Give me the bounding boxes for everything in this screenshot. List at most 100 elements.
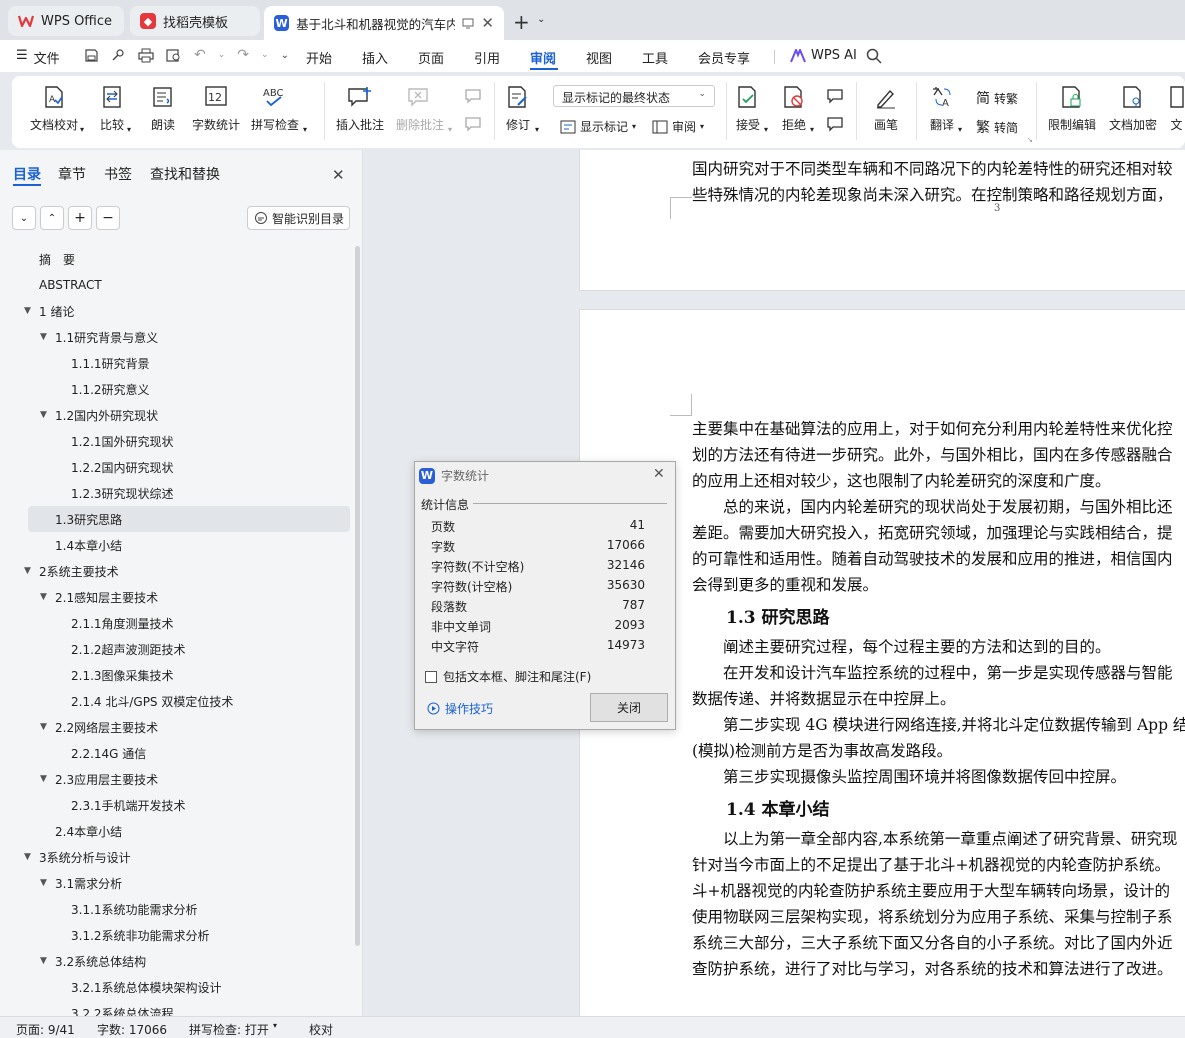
print-preview-icon[interactable] <box>166 48 182 63</box>
toc-item[interactable]: 1.2.1国外研究现状 <box>0 428 350 454</box>
wps-ai-button[interactable]: WPS AI <box>790 48 857 63</box>
prev-change-icon[interactable] <box>826 88 846 106</box>
more-button[interactable]: 文 <box>1168 84 1185 133</box>
menu-member[interactable]: 会员专享 <box>698 48 750 67</box>
to-traditional-button[interactable]: 简转繁 <box>976 88 1018 108</box>
toc-item[interactable]: ▼ 2.3应用层主要技术 <box>0 766 350 792</box>
toc-item[interactable]: 1.1.1研究背景 <box>0 350 350 376</box>
toc-item[interactable]: 2.1.1角度测量技术 <box>0 610 350 636</box>
insert-comment-button[interactable]: 插入批注 <box>336 84 384 133</box>
expand-arrow-icon[interactable]: ▼ <box>40 722 47 732</box>
toc-item[interactable]: 2.3.1手机端开发技术 <box>0 792 350 818</box>
pen-button[interactable]: 画笔 <box>874 84 898 133</box>
read-aloud-button[interactable]: 朗读 <box>151 84 175 133</box>
spell-check-button[interactable]: ABC 拼写检查 <box>251 84 299 133</box>
redo-icon[interactable]: ↷ <box>237 47 249 63</box>
next-comment-icon[interactable] <box>464 116 484 134</box>
expand-arrow-icon[interactable]: ▼ <box>40 956 47 966</box>
menu-tools[interactable]: 工具 <box>642 48 668 67</box>
tab-find-replace[interactable]: 查找和替换 <box>150 164 220 184</box>
menu-review[interactable]: 审阅 <box>530 48 556 67</box>
undo-icon[interactable]: ↶ <box>194 47 206 63</box>
more-chevron-icon[interactable]: ⌄ <box>281 50 289 61</box>
export-icon[interactable] <box>111 48 126 63</box>
expand-arrow-icon[interactable]: ▼ <box>24 852 31 862</box>
proof-indicator[interactable]: 校对 <box>309 1021 333 1038</box>
toc-item[interactable]: ▼ 3.1需求分析 <box>0 870 350 896</box>
toc-item[interactable]: ▼ 1 绪论 <box>0 298 350 324</box>
revise-chevron-icon[interactable]: ▾ <box>535 125 539 134</box>
spell-check-indicator[interactable]: 拼写检查: 打开 <box>189 1021 269 1038</box>
toc-item[interactable]: 3.2.1系统总体模块架构设计 <box>0 974 350 1000</box>
expand-arrow-icon[interactable]: ▼ <box>24 306 31 316</box>
toc-item[interactable]: ▼ 3系统分析与设计 <box>0 844 350 870</box>
toc-scrollbar[interactable] <box>355 246 360 946</box>
toc-item[interactable]: 2.1.2超声波测距技术 <box>0 636 350 662</box>
toc-item[interactable]: 摘 要 <box>0 246 350 272</box>
toc-item[interactable]: 1.4本章小结 <box>0 532 350 558</box>
tab-bookmarks[interactable]: 书签 <box>104 164 132 184</box>
save-icon[interactable] <box>84 48 99 63</box>
close-dialog-icon[interactable]: ✕ <box>653 466 665 482</box>
menu-insert[interactable]: 插入 <box>362 48 388 67</box>
toc-item[interactable]: 1.2.3研究现状综述 <box>0 480 350 506</box>
expand-arrow-icon[interactable]: ▼ <box>40 410 47 420</box>
undo-chevron-icon[interactable]: ⌄ <box>218 50 226 60</box>
show-markup-button[interactable]: 显示标记 ▾ <box>560 118 636 135</box>
close-pane-icon[interactable]: ✕ <box>332 166 345 184</box>
tab-template[interactable]: ◆ 找稻壳模板 <box>130 6 260 36</box>
prev-comment-icon[interactable] <box>464 88 484 106</box>
tab-wps-office[interactable]: WPS Office <box>8 6 124 36</box>
add-heading-button[interactable]: + <box>68 206 92 230</box>
reject-button[interactable]: 拒绝 <box>782 84 806 133</box>
expand-arrow-icon[interactable]: ▼ <box>40 592 47 602</box>
toc-item[interactable]: ABSTRACT <box>0 272 350 298</box>
toc-item[interactable]: 1.2.2国内研究现状 <box>0 454 350 480</box>
translate-button[interactable]: A 翻译 <box>930 84 954 133</box>
toc-item[interactable]: 2.1.3图像采集技术 <box>0 662 350 688</box>
print-icon[interactable] <box>138 48 154 63</box>
compare-button[interactable]: 比较 <box>100 84 124 133</box>
toc-item[interactable]: 2.1.4 北斗/GPS 双模定位技术 <box>0 688 350 714</box>
expand-arrow-icon[interactable]: ▼ <box>40 774 47 784</box>
menu-start[interactable]: 开始 <box>306 48 332 67</box>
compare-chevron-icon[interactable]: ▾ <box>127 125 131 134</box>
toc-item[interactable]: ▼ 1.1研究背景与意义 <box>0 324 350 350</box>
to-simplified-button[interactable]: 繁转简 <box>976 117 1018 137</box>
toc-item[interactable]: 2.2.14G 通信 <box>0 740 350 766</box>
page-indicator[interactable]: 页面: 9/41 <box>16 1021 75 1038</box>
toc-item[interactable]: ▼ 1.2国内外研究现状 <box>0 402 350 428</box>
translate-chevron-icon[interactable]: ▾ <box>958 125 962 134</box>
remove-heading-button[interactable]: − <box>96 206 120 230</box>
expand-arrow-icon[interactable]: ▼ <box>40 878 47 888</box>
toc-item[interactable]: 1.3研究思路 <box>28 506 350 532</box>
redo-chevron-icon[interactable]: ⌄ <box>261 50 269 60</box>
menu-view[interactable]: 视图 <box>586 48 612 67</box>
toc-item[interactable]: 3.1.1系统功能需求分析 <box>0 896 350 922</box>
delete-comment-chevron-icon[interactable]: ▾ <box>448 125 452 134</box>
file-menu[interactable]: ☰ 文件 <box>16 48 60 67</box>
menu-page[interactable]: 页面 <box>418 48 444 67</box>
toc-item[interactable]: 1.1.2研究意义 <box>0 376 350 402</box>
reject-chevron-icon[interactable]: ▾ <box>810 125 814 134</box>
tab-list-chevron-icon[interactable]: ⌄ <box>537 14 545 25</box>
toc-item[interactable]: ▼ 2系统主要技术 <box>0 558 350 584</box>
tab-toc[interactable]: 目录 <box>13 164 41 184</box>
restrict-edit-button[interactable]: 限制编辑 <box>1048 84 1096 133</box>
accept-button[interactable]: 接受 <box>736 84 760 133</box>
spell-chevron-icon[interactable]: ▾ <box>273 1021 277 1030</box>
revise-button[interactable]: 修订 <box>506 84 530 133</box>
accept-chevron-icon[interactable]: ▾ <box>764 125 768 134</box>
search-icon[interactable] <box>866 48 882 64</box>
proof-chevron-icon[interactable]: ▾ <box>80 125 84 134</box>
smart-toc-button[interactable]: 智能识别目录 <box>247 206 350 230</box>
review-pane-button[interactable]: 审阅 ▾ <box>652 118 704 135</box>
toc-item[interactable]: 2.4本章小结 <box>0 818 350 844</box>
next-change-icon[interactable] <box>826 116 846 134</box>
spell-chevron-icon[interactable]: ▾ <box>303 125 307 134</box>
expand-all-button[interactable]: ⌄ <box>12 206 36 230</box>
word-count-indicator[interactable]: 字数: 17066 <box>97 1021 167 1038</box>
close-button[interactable]: 关闭 <box>590 693 668 722</box>
toc-item[interactable]: ▼ 3.2系统总体结构 <box>0 948 350 974</box>
word-count-button[interactable]: 12 字数统计 <box>192 84 240 133</box>
